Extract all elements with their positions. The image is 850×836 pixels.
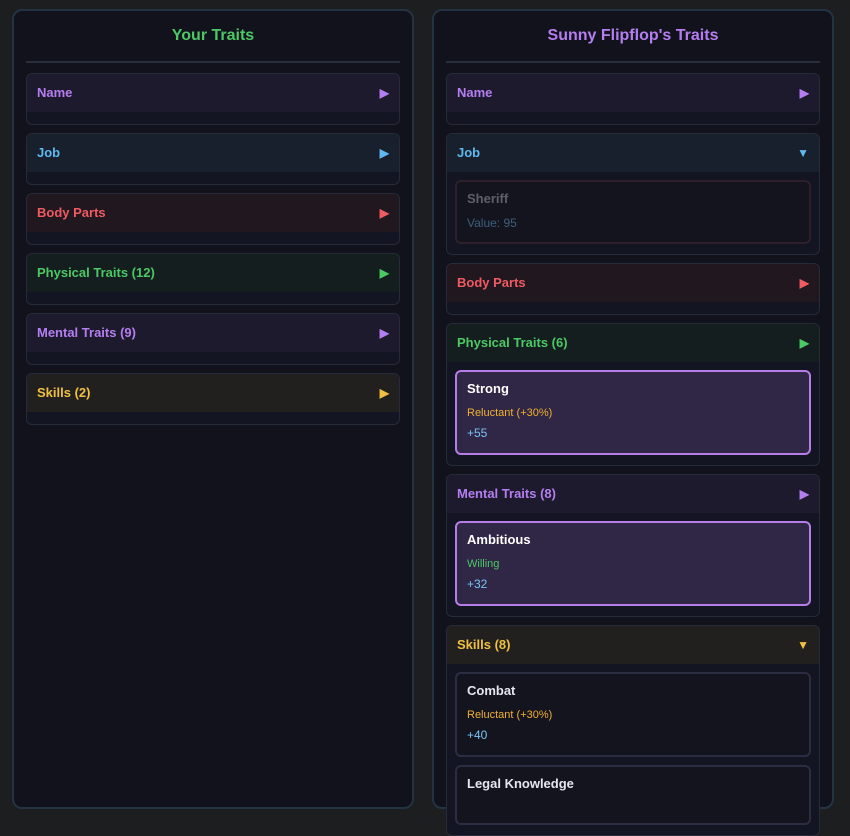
trait-value: +55 (467, 426, 488, 440)
category-label: Name (37, 85, 73, 100)
trait-value: Value: 95 (467, 216, 517, 230)
expand-arrow-icon[interactable]: ▶ (380, 314, 389, 352)
category-mental-traits[interactable]: Mental Traits (9) ▶ (26, 313, 400, 365)
category-name[interactable]: Name ▶ (26, 73, 400, 125)
panel-title-text: Your Traits (171, 27, 255, 44)
expand-arrow-icon[interactable]: ▶ (800, 324, 809, 362)
trait-title: Ambitious (467, 532, 531, 547)
category-body-parts[interactable]: Body Parts ▶ (26, 193, 400, 245)
category-header[interactable]: Job ▶ (27, 134, 399, 172)
trait-value: +32 (467, 577, 488, 591)
trait-card-strong[interactable]: Strong Reluctant (+30%) +55 (455, 370, 811, 455)
category-header[interactable]: Name ▶ (447, 74, 819, 112)
expand-arrow-icon[interactable]: ▶ (800, 74, 809, 112)
category-skills[interactable]: Skills (2) ▶ (26, 373, 400, 425)
trait-title: Legal Knowledge (467, 776, 574, 791)
category-label: Mental Traits (9) (37, 325, 136, 340)
category-header[interactable]: Name ▶ (27, 74, 399, 112)
category-name[interactable]: Name ▶ (446, 73, 820, 125)
category-label: Physical Traits (6) (457, 335, 568, 350)
expand-arrow-icon[interactable]: ▶ (380, 374, 389, 412)
category-label: Job (457, 145, 481, 160)
category-header[interactable]: Body Parts ▶ (27, 194, 399, 232)
trait-title: Strong (467, 381, 509, 396)
category-header[interactable]: Mental Traits (8) ▶ (447, 475, 819, 513)
category-label: Body Parts (457, 275, 526, 290)
trait-attitude: Reluctant (+30%) (467, 709, 553, 721)
other-traits-panel: Sunny Flipflop's Traits Name ▶ Job ▼ She… (432, 9, 834, 836)
category-body: Sheriff Value: 95 (447, 172, 819, 254)
category-label: Name (457, 85, 493, 100)
category-body-parts[interactable]: Body Parts ▶ (446, 263, 820, 315)
category-header[interactable]: Skills (8) ▼ (447, 626, 819, 664)
category-label: Skills (2) (37, 385, 91, 400)
trait-card-legal-knowledge[interactable]: Legal Knowledge (455, 765, 811, 825)
trait-attitude: Willing (467, 558, 500, 570)
expand-arrow-icon[interactable]: ▶ (380, 134, 389, 172)
expand-arrow-icon[interactable]: ▶ (380, 74, 389, 112)
category-header[interactable]: Mental Traits (9) ▶ (27, 314, 399, 352)
category-physical-traits[interactable]: Physical Traits (12) ▶ (26, 253, 400, 305)
category-body: Strong Reluctant (+30%) +55 (447, 362, 819, 465)
trait-value: +40 (467, 728, 488, 742)
category-label: Skills (8) (457, 637, 511, 652)
category-header[interactable]: Job ▼ (447, 134, 819, 172)
category-label: Body Parts (37, 205, 106, 220)
category-mental-traits[interactable]: Mental Traits (8) ▶ Ambitious Willing +3… (446, 474, 820, 617)
your-traits-panel: Your Traits Name ▶ Job ▶ Body Parts ▶ Ph… (12, 9, 414, 809)
category-body: Combat Reluctant (+30%) +40 Legal Knowle… (447, 664, 819, 835)
category-label: Mental Traits (8) (457, 486, 556, 501)
category-body: Ambitious Willing +32 (447, 513, 819, 616)
trait-card-ambitious[interactable]: Ambitious Willing +32 (455, 521, 811, 606)
panel-title-text: Sunny Flipflop's Traits (547, 27, 719, 44)
category-header[interactable]: Body Parts ▶ (447, 264, 819, 302)
expand-arrow-icon[interactable]: ▶ (800, 475, 809, 513)
collapse-arrow-icon[interactable]: ▼ (797, 626, 809, 664)
trait-card-sheriff[interactable]: Sheriff Value: 95 (455, 180, 811, 244)
category-header[interactable]: Skills (2) ▶ (27, 374, 399, 412)
expand-arrow-icon[interactable]: ▶ (380, 254, 389, 292)
category-header[interactable]: Physical Traits (12) ▶ (27, 254, 399, 292)
category-label: Physical Traits (12) (37, 265, 155, 280)
your-traits-title: Your Traits (26, 25, 400, 63)
expand-arrow-icon[interactable]: ▶ (800, 264, 809, 302)
trait-card-combat[interactable]: Combat Reluctant (+30%) +40 (455, 672, 811, 757)
category-header[interactable]: Physical Traits (6) ▶ (447, 324, 819, 362)
category-label: Job (37, 145, 61, 160)
trait-title: Sheriff (467, 191, 509, 206)
category-job[interactable]: Job ▼ Sheriff Value: 95 (446, 133, 820, 255)
trait-attitude: Reluctant (+30%) (467, 407, 553, 419)
trait-title: Combat (467, 683, 516, 698)
category-skills[interactable]: Skills (8) ▼ Combat Reluctant (+30%) +40… (446, 625, 820, 836)
other-traits-title: Sunny Flipflop's Traits (446, 25, 820, 63)
category-job[interactable]: Job ▶ (26, 133, 400, 185)
category-physical-traits[interactable]: Physical Traits (6) ▶ Strong Reluctant (… (446, 323, 820, 466)
collapse-arrow-icon[interactable]: ▼ (797, 134, 809, 172)
expand-arrow-icon[interactable]: ▶ (380, 194, 389, 232)
